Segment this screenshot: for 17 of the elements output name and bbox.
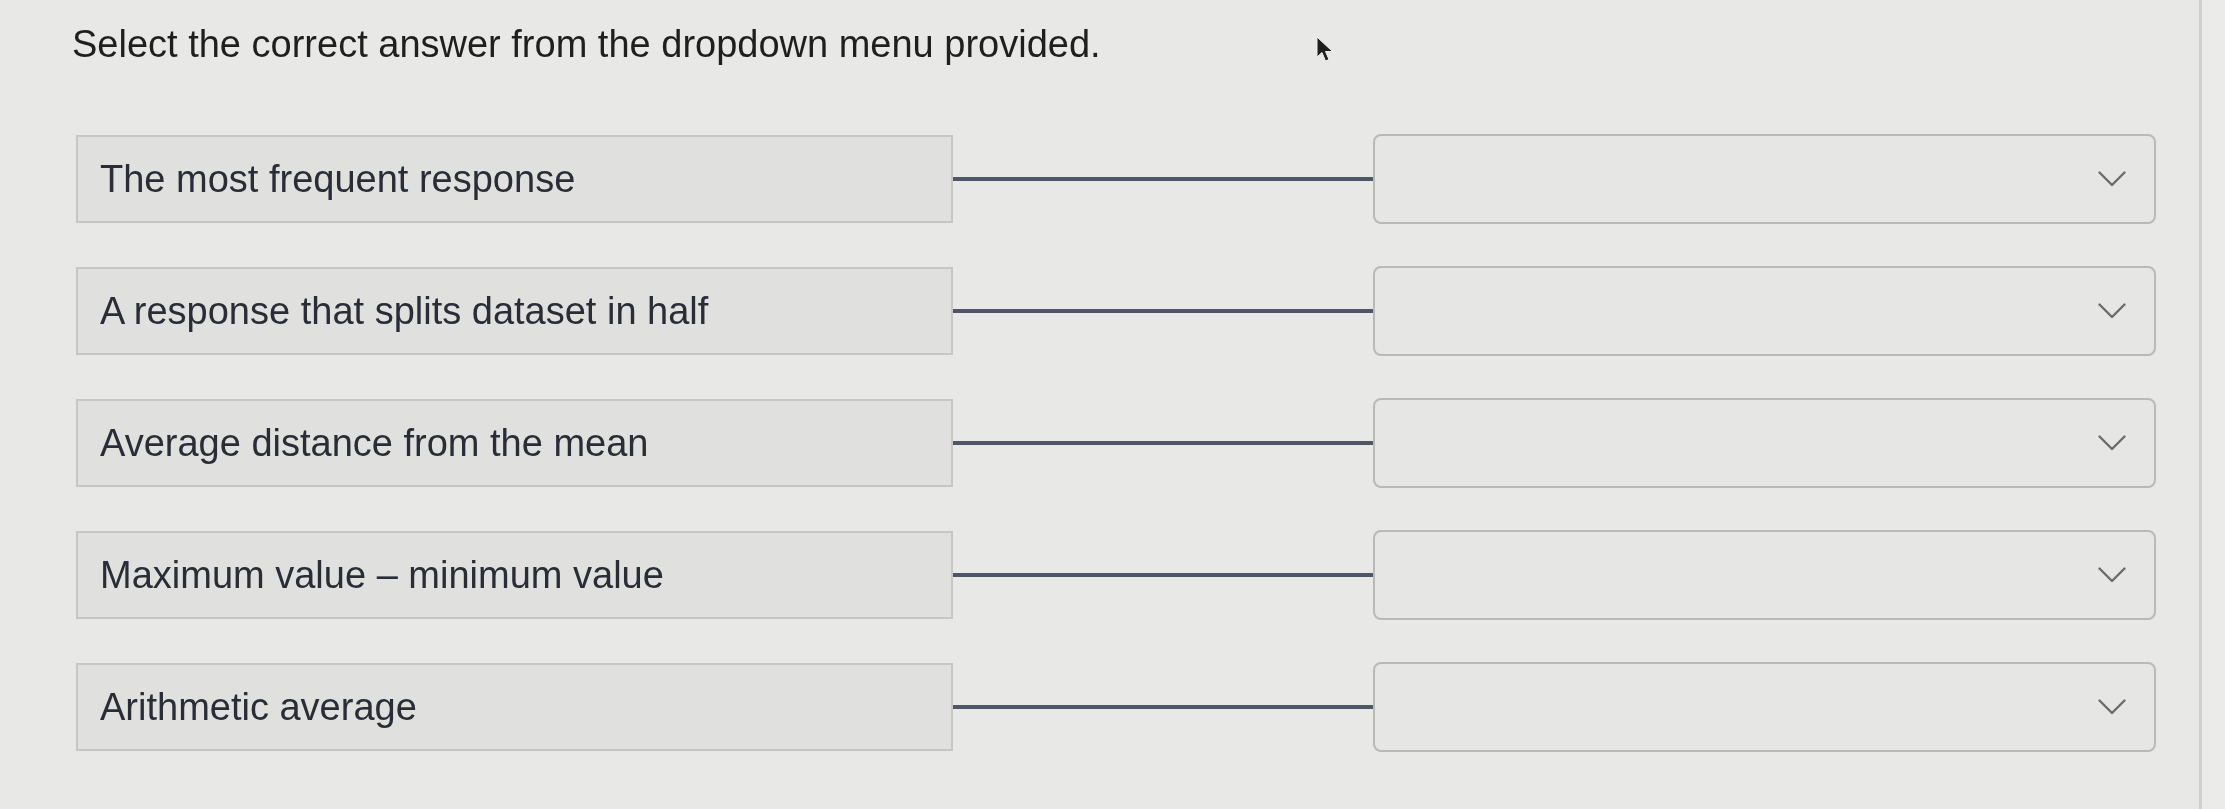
answer-dropdown[interactable]	[1373, 398, 2156, 488]
cursor-icon	[1316, 36, 1334, 62]
term-card: A response that splits dataset in half	[76, 267, 953, 355]
instruction-text: Select the correct answer from the dropdown menu provided.	[72, 22, 1101, 66]
answer-dropdown[interactable]	[1373, 266, 2156, 356]
term-card: The most frequent response	[76, 135, 953, 223]
chevron-down-icon	[2098, 435, 2126, 451]
term-card: Arithmetic average	[76, 663, 953, 751]
chevron-down-icon	[2098, 303, 2126, 319]
answer-dropdown[interactable]	[1373, 662, 2156, 752]
answer-dropdown[interactable]	[1373, 134, 2156, 224]
term-card: Average distance from the mean	[76, 399, 953, 487]
chevron-down-icon	[2098, 699, 2126, 715]
term-card: Maximum value – minimum value	[76, 531, 953, 619]
answer-dropdown[interactable]	[1373, 530, 2156, 620]
chevron-down-icon	[2098, 171, 2126, 187]
chevron-down-icon	[2098, 567, 2126, 583]
